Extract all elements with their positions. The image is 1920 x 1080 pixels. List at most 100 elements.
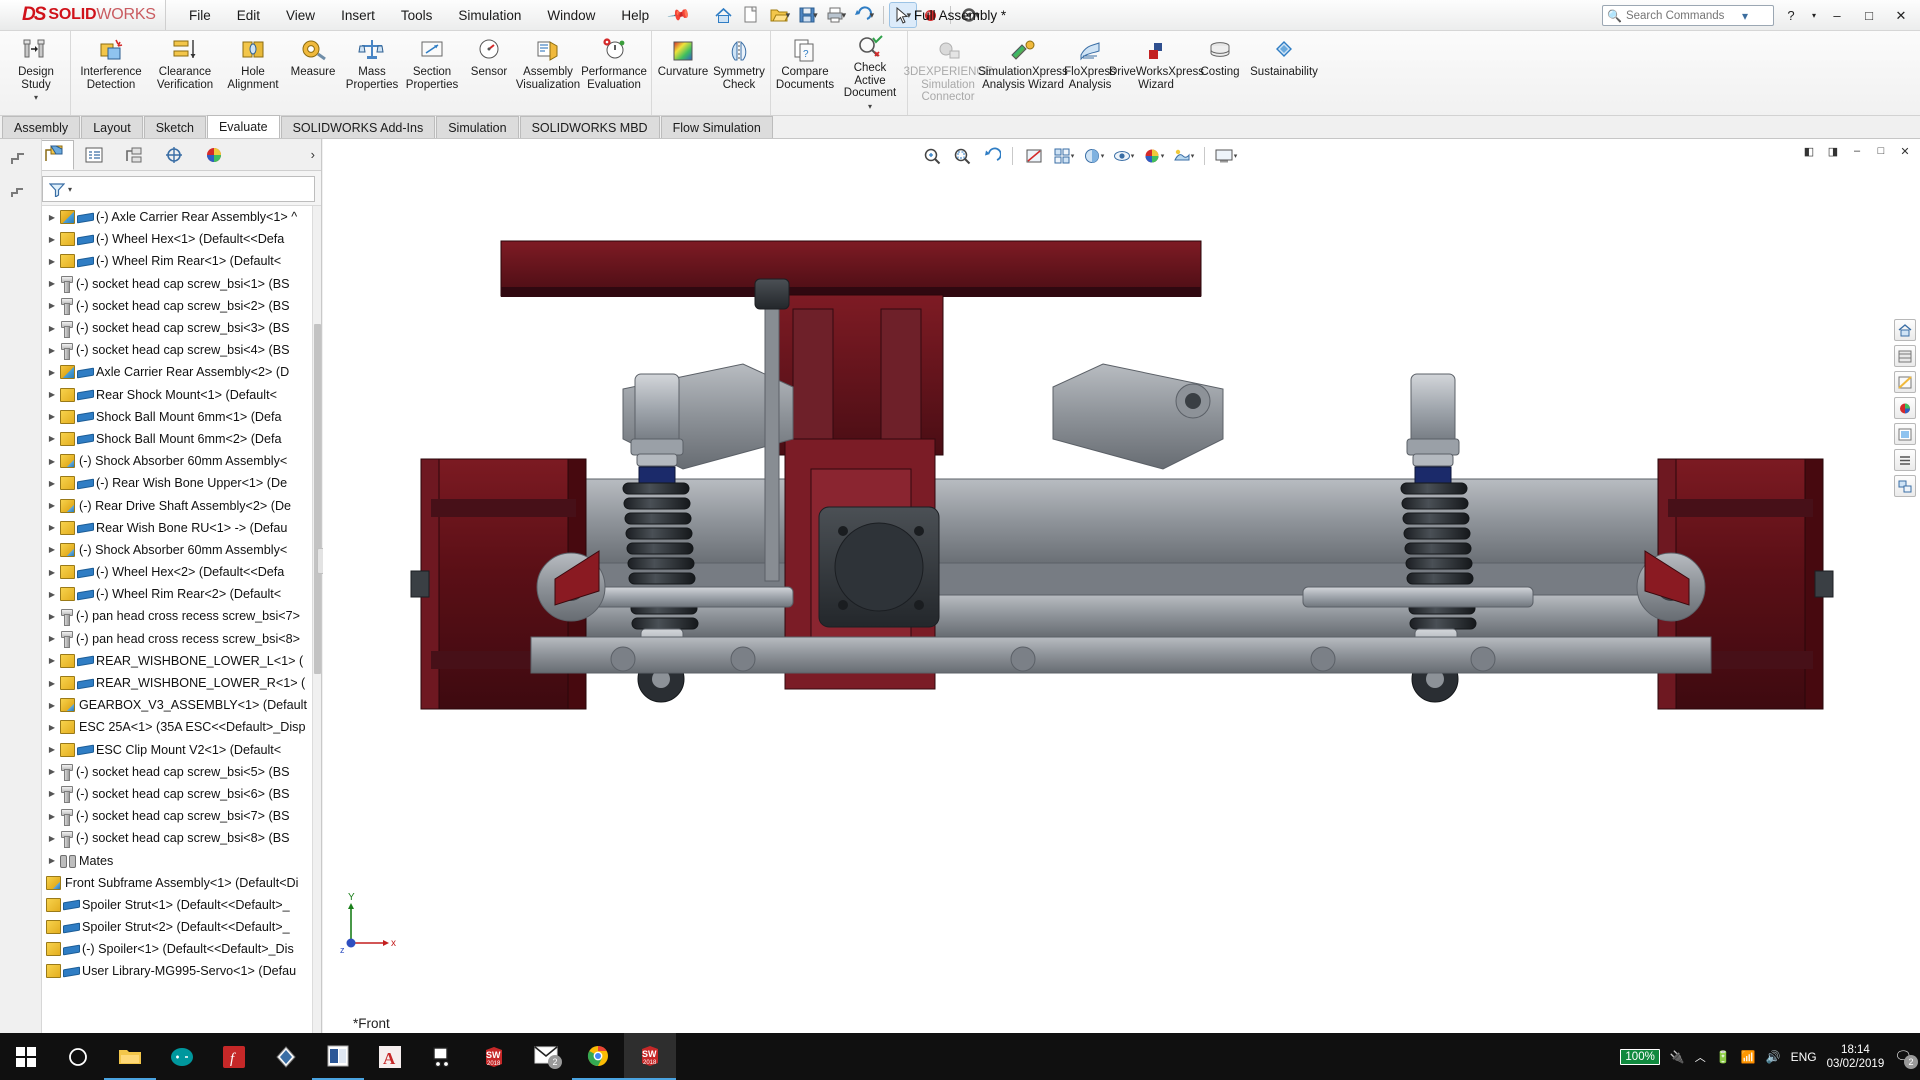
expand-arrow-icon[interactable]: ▶ bbox=[44, 457, 60, 466]
tab-evaluate[interactable]: Evaluate bbox=[206, 115, 280, 138]
expand-arrow-icon[interactable]: ▶ bbox=[44, 346, 60, 355]
battery-icon[interactable]: 🔋 bbox=[1716, 1050, 1731, 1064]
design-study-button[interactable]: Design Study ▾ bbox=[5, 31, 67, 115]
expand-arrow-icon[interactable]: ▶ bbox=[44, 213, 60, 222]
menu-item-simulation[interactable]: Simulation bbox=[445, 3, 534, 28]
feature-tree-item[interactable]: ▶ (-) socket head cap screw_bsi<2> (BS bbox=[42, 295, 321, 317]
feature-tree-item[interactable]: ▶ (-) Axle Carrier Rear Assembly<1> ^ bbox=[42, 206, 321, 228]
tab-solidworks-mbd[interactable]: SOLIDWORKS MBD bbox=[519, 116, 660, 138]
show-hidden-icons-icon[interactable]: ︿ bbox=[1695, 1049, 1706, 1065]
maximize-button[interactable]: □ bbox=[1854, 2, 1884, 30]
help-dropdown-caret[interactable]: ▾ bbox=[1808, 2, 1820, 30]
volume-icon[interactable]: 🔊 bbox=[1766, 1050, 1781, 1064]
tab-flow-simulation[interactable]: Flow Simulation bbox=[660, 116, 773, 138]
select-dropdown-caret[interactable]: ▾ bbox=[907, 10, 912, 21]
feature-manager-more-tabs-icon[interactable]: › bbox=[311, 147, 315, 162]
expand-arrow-icon[interactable]: ▶ bbox=[44, 612, 60, 621]
office-word-icon[interactable] bbox=[312, 1033, 364, 1080]
graphics-area[interactable]: ▾ ▾ ▾ ▾ ▾ ▾ ◧ ◨ – □ ✕ Y x z *Front bbox=[323, 139, 1920, 1047]
power-plug-icon[interactable]: 🔌 bbox=[1670, 1050, 1685, 1064]
expand-arrow-icon[interactable]: ▶ bbox=[44, 257, 60, 266]
feature-tree-filter[interactable]: ▾ bbox=[42, 176, 315, 202]
curvature-button[interactable]: Curvature bbox=[655, 31, 711, 115]
undo-icon[interactable]: ▾ bbox=[851, 3, 877, 27]
flyout-tree-toggle-icon[interactable] bbox=[9, 149, 33, 169]
blender-icon[interactable] bbox=[260, 1033, 312, 1080]
edit-appearance-icon[interactable]: ▾ bbox=[1140, 143, 1167, 168]
tab-simulation[interactable]: Simulation bbox=[436, 116, 519, 138]
solidworks-2018-active-icon[interactable]: SW 2018 bbox=[624, 1033, 676, 1080]
previous-view-icon[interactable] bbox=[978, 143, 1005, 168]
scenes-panel-icon[interactable] bbox=[1894, 397, 1916, 419]
costing-button[interactable]: Costing bbox=[1193, 31, 1247, 115]
feature-tree-item[interactable]: ▶ (-) socket head cap screw_bsi<4> (BS bbox=[42, 339, 321, 361]
fusion360-icon[interactable]: f bbox=[208, 1033, 260, 1080]
feature-tree-item[interactable]: ▶ Shock Ball Mount 6mm<1> (Defa bbox=[42, 406, 321, 428]
view-orientation-icon[interactable]: ▾ bbox=[1050, 143, 1077, 168]
close-button[interactable]: ✕ bbox=[1886, 2, 1916, 30]
feature-tree-item[interactable]: ▶ (-) socket head cap screw_bsi<6> (BS bbox=[42, 783, 321, 805]
hole-alignment-button[interactable]: Hole Alignment bbox=[222, 31, 284, 115]
file-explorer-icon[interactable] bbox=[104, 1033, 156, 1080]
driveworksxpress-button[interactable]: DriveWorksXpress Wizard bbox=[1109, 31, 1204, 115]
configuration-manager-tab[interactable] bbox=[114, 140, 154, 170]
expand-arrow-icon[interactable]: ▶ bbox=[44, 545, 60, 554]
feature-tree-item[interactable]: ▶ (-) Wheel Hex<2> (Default<<Defa bbox=[42, 561, 321, 583]
google-chrome-icon[interactable] bbox=[572, 1033, 624, 1080]
feature-tree-item[interactable]: ▶ (-) Wheel Rim Rear<1> (Default< bbox=[42, 250, 321, 272]
section-properties-button[interactable]: Section Properties bbox=[402, 31, 462, 115]
taskbar-clock[interactable]: 18:14 03/02/2019 bbox=[1827, 1043, 1885, 1071]
feature-tree-item[interactable]: ▶ Rear Shock Mount<1> (Default< bbox=[42, 384, 321, 406]
sensor-button[interactable]: Sensor bbox=[462, 31, 516, 115]
edit-appearance-caret[interactable]: ▾ bbox=[1161, 152, 1165, 160]
menu-item-window[interactable]: Window bbox=[534, 3, 608, 28]
feature-tree-item[interactable]: ▶ (-) socket head cap screw_bsi<8> (BS bbox=[42, 827, 321, 849]
menu-item-file[interactable]: File bbox=[176, 3, 224, 28]
feature-tree-item[interactable]: ▶ (-) socket head cap screw_bsi<7> (BS bbox=[42, 805, 321, 827]
minimize-button[interactable]: – bbox=[1822, 2, 1852, 30]
search-commands-box[interactable]: 🔍 ▾ bbox=[1602, 5, 1774, 26]
expand-arrow-icon[interactable]: ▶ bbox=[44, 301, 60, 310]
search-dropdown-caret[interactable]: ▾ bbox=[1742, 9, 1748, 23]
feature-tree-item[interactable]: ▶(-) Spoiler<1> (Default<<Default>_Dis bbox=[42, 938, 321, 960]
expand-arrow-icon[interactable]: ▶ bbox=[44, 412, 60, 421]
assembly-3d-model[interactable] bbox=[323, 139, 1920, 1047]
expand-arrow-icon[interactable]: ▶ bbox=[44, 568, 60, 577]
arduino-ide-icon[interactable] bbox=[156, 1033, 208, 1080]
help-button[interactable]: ? bbox=[1776, 2, 1806, 30]
simulationxpress-button[interactable]: SimulationXpress Analysis Wizard bbox=[978, 31, 1068, 115]
expand-arrow-icon[interactable]: ▶ bbox=[44, 723, 60, 732]
feature-tree-item[interactable]: ▶ Shock Ball Mount 6mm<2> (Defa bbox=[42, 428, 321, 450]
custom-views-icon[interactable] bbox=[1894, 449, 1916, 471]
feature-tree-scroll-thumb[interactable] bbox=[314, 324, 321, 674]
feature-tree-item[interactable]: ▶ (-) Wheel Hex<1> (Default<<Defa bbox=[42, 228, 321, 250]
menu-item-insert[interactable]: Insert bbox=[328, 3, 388, 28]
expand-arrow-icon[interactable]: ▶ bbox=[44, 590, 60, 599]
expand-arrow-icon[interactable]: ▶ bbox=[44, 701, 60, 710]
apply-scene-icon[interactable]: ▾ bbox=[1170, 143, 1197, 168]
tile-right-icon[interactable]: ◨ bbox=[1822, 141, 1844, 161]
dimxpert-manager-tab[interactable] bbox=[154, 140, 194, 170]
expand-arrow-icon[interactable]: ▶ bbox=[44, 789, 60, 798]
battery-percent-badge[interactable]: 100% bbox=[1620, 1048, 1660, 1065]
feature-tree-scrollbar[interactable] bbox=[312, 206, 321, 1033]
filter-dropdown-caret[interactable]: ▾ bbox=[68, 185, 72, 194]
language-indicator[interactable]: ENG bbox=[1791, 1050, 1817, 1064]
home-icon[interactable] bbox=[711, 3, 737, 27]
expand-arrow-icon[interactable]: ▶ bbox=[44, 479, 60, 488]
mail-icon[interactable]: 2 bbox=[520, 1033, 572, 1080]
ultimaker-cura-icon[interactable] bbox=[416, 1033, 468, 1080]
feature-tree-item[interactable]: ▶ Mates bbox=[42, 849, 321, 871]
expand-arrow-icon[interactable]: ▶ bbox=[44, 656, 60, 665]
start-button-icon[interactable] bbox=[0, 1033, 52, 1080]
expand-arrow-icon[interactable]: ▶ bbox=[44, 634, 60, 643]
expand-arrow-icon[interactable]: ▶ bbox=[44, 856, 60, 865]
expand-arrow-icon[interactable]: ▶ bbox=[44, 324, 60, 333]
performance-evaluation-button[interactable]: Performance Evaluation bbox=[580, 31, 648, 115]
tab-layout[interactable]: Layout bbox=[81, 116, 143, 138]
expand-arrow-icon[interactable]: ▶ bbox=[44, 679, 60, 688]
display-style-icon[interactable]: ▾ bbox=[1080, 143, 1107, 168]
save-icon[interactable]: ▾ bbox=[795, 3, 821, 27]
print-dropdown-caret[interactable]: ▾ bbox=[842, 10, 847, 21]
open-dropdown-caret[interactable]: ▾ bbox=[786, 10, 791, 21]
